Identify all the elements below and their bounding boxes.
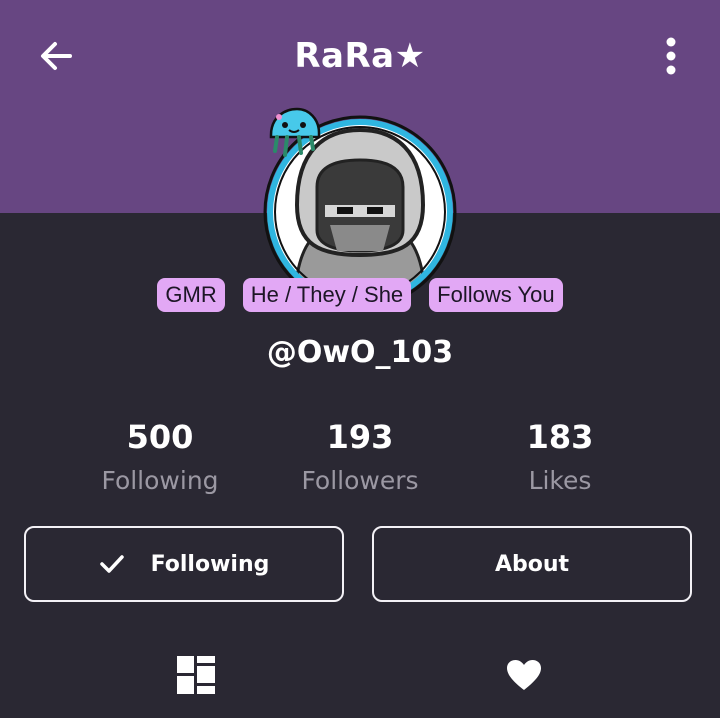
about-button-label: About	[494, 551, 570, 577]
following-button-label: Following	[150, 551, 270, 577]
heart-icon	[507, 660, 541, 690]
stat-followers-label: Followers	[301, 466, 419, 495]
stat-following[interactable]: 500 Following	[60, 415, 260, 503]
check-icon	[99, 553, 125, 575]
tab-posts[interactable]	[174, 653, 218, 697]
avatar[interactable]	[255, 105, 465, 309]
more-options-button[interactable]	[648, 30, 694, 82]
about-button[interactable]: About	[372, 526, 692, 602]
stat-likes-value: 183	[526, 418, 594, 456]
stat-likes[interactable]: 183 Likes	[460, 415, 660, 503]
stat-likes-label: Likes	[528, 466, 592, 495]
badge-follows-you: Follows You	[429, 278, 563, 312]
following-button[interactable]: Following	[24, 526, 344, 602]
more-vertical-icon	[666, 37, 676, 75]
stat-following-value: 500	[126, 418, 194, 456]
badge-gmr: GMR	[157, 278, 225, 312]
badge-pronouns: He / They / She	[242, 278, 412, 312]
tab-likes[interactable]	[502, 653, 546, 697]
grid-icon	[177, 656, 215, 694]
stat-following-label: Following	[101, 466, 219, 495]
profile-badges: GMR He / They / She Follows You	[0, 278, 720, 314]
avatar-image	[263, 107, 457, 309]
username-handle: @OwO_103	[266, 335, 454, 370]
stat-followers[interactable]: 193 Followers	[260, 415, 460, 503]
stat-followers-value: 193	[326, 418, 394, 456]
page-title: RaRa★	[294, 36, 426, 76]
